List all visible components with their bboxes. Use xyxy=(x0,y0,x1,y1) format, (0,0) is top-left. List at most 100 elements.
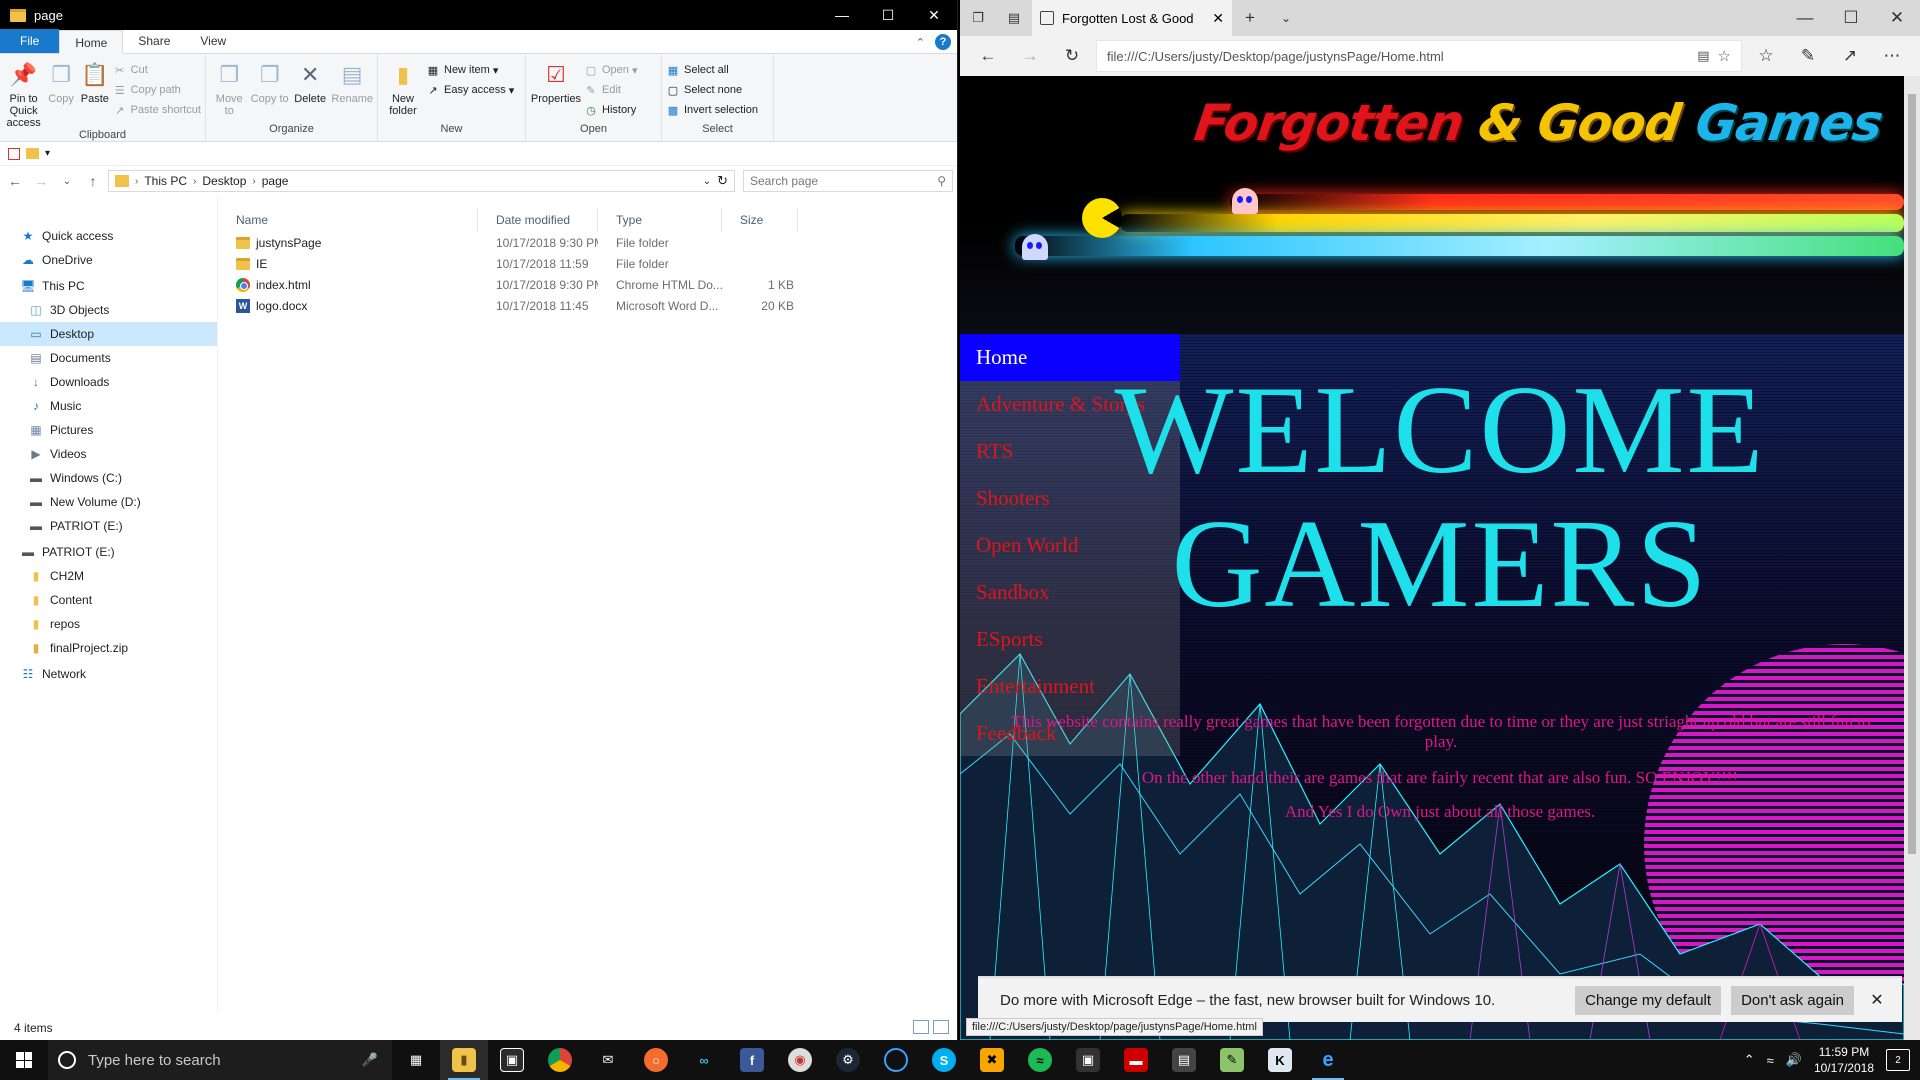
nav-item[interactable]: ▤ Documents xyxy=(0,346,217,370)
back-arrow-icon[interactable]: ← xyxy=(4,170,26,192)
tab-home[interactable]: Home xyxy=(59,30,124,54)
properties-check-icon[interactable] xyxy=(8,147,20,160)
tab-share[interactable]: Share xyxy=(123,29,185,53)
nav-item[interactable]: ▬ New Volume (D:) xyxy=(0,490,217,514)
nav-item[interactable]: ▮ Content xyxy=(0,588,217,612)
new-item-button[interactable]: ▦ New item ▾ xyxy=(426,61,514,79)
search-input[interactable]: Search page ⚲ xyxy=(743,170,953,192)
invert-selection-button[interactable]: ▩ Invert selection xyxy=(666,101,758,119)
open-button[interactable]: ▢ Open ▾ xyxy=(584,61,638,79)
close-tab-icon[interactable]: ✕ xyxy=(1212,10,1224,27)
refresh-icon[interactable]: ↻ xyxy=(1054,40,1090,72)
spotify-taskbar-icon[interactable]: ≈ xyxy=(1016,1040,1064,1080)
more-menu-icon[interactable]: ⋯ xyxy=(1874,40,1910,72)
set-aside-tabs-icon[interactable]: ▤ xyxy=(996,2,1032,34)
keyboard-app-taskbar-icon[interactable]: K xyxy=(1256,1040,1304,1080)
explorer-titlebar[interactable]: page — ☐ ✕ xyxy=(0,0,957,30)
clock[interactable]: 11:59 PM 10/17/2018 xyxy=(1814,1044,1874,1076)
nav-item[interactable]: ◫ 3D Objects xyxy=(0,298,217,322)
origin-taskbar-icon[interactable]: ○ xyxy=(632,1040,680,1080)
column-name[interactable]: Name xyxy=(218,208,478,232)
file-row[interactable]: Wlogo.docx 10/17/2018 11:45 Microsoft Word… xyxy=(218,295,957,316)
file-explorer-taskbar-icon[interactable]: ▮ xyxy=(440,1040,488,1080)
move-to-button[interactable]: ❐ Move to xyxy=(210,58,248,123)
nav-item[interactable]: ▮ repos xyxy=(0,612,217,636)
utility-app-taskbar-icon[interactable]: ▤ xyxy=(1160,1040,1208,1080)
nav-item[interactable]: ♪ Music xyxy=(0,394,217,418)
show-hidden-icons-icon[interactable]: ⌃ xyxy=(1744,1052,1755,1068)
select-none-button[interactable]: ▢ Select none xyxy=(666,81,758,99)
pen-icon[interactable]: ✎ xyxy=(1790,40,1826,72)
close-button[interactable]: ✕ xyxy=(1874,2,1920,34)
address-dropdown-icon[interactable]: ⌄ xyxy=(703,176,711,187)
nav-item[interactable]: ▮ CH2M xyxy=(0,564,217,588)
site-nav-item[interactable]: Entertainment xyxy=(960,663,1180,710)
paste-shortcut-button[interactable]: ↗ Paste shortcut xyxy=(113,101,201,119)
back-arrow-icon[interactable]: ← xyxy=(970,40,1006,72)
edge-tab[interactable]: Forgotten Lost & Good ✕ xyxy=(1032,0,1232,36)
favorites-hub-icon[interactable]: ☆ xyxy=(1748,40,1784,72)
copy-to-button[interactable]: ❐ Copy to xyxy=(250,58,289,123)
change-my-default-button[interactable]: Change my default xyxy=(1575,985,1722,1015)
nav-item[interactable]: ▭ Desktop xyxy=(0,322,217,346)
new-tab-icon[interactable]: + xyxy=(1232,2,1268,34)
mixed-app-taskbar-icon[interactable]: ✖ xyxy=(968,1040,1016,1080)
breadcrumb-desktop[interactable]: Desktop xyxy=(202,174,246,188)
breadcrumb-page[interactable]: page xyxy=(262,174,289,188)
nav-item[interactable]: ▶ Videos xyxy=(0,442,217,466)
copy-button[interactable]: ❐ Copy xyxy=(45,58,77,129)
minimize-button[interactable]: — xyxy=(1782,2,1828,34)
nav-item[interactable]: 🖥 This PC xyxy=(0,274,217,298)
start-button[interactable] xyxy=(0,1040,48,1080)
microphone-icon[interactable]: 🎤 xyxy=(362,1052,378,1068)
minimize-button[interactable]: — xyxy=(819,0,865,30)
column-size[interactable]: Size xyxy=(722,208,798,232)
scrollbar-thumb[interactable] xyxy=(1908,94,1916,854)
copy-path-button[interactable]: ☰ Copy path xyxy=(113,81,201,99)
reading-view-icon[interactable]: ▤ xyxy=(1697,48,1709,64)
new-folder-icon[interactable] xyxy=(26,148,39,159)
history-button[interactable]: ◷ History xyxy=(584,101,638,119)
nav-item[interactable]: ▮ finalProject.zip xyxy=(0,636,217,660)
easy-access-button[interactable]: ↗ Easy access ▾ xyxy=(426,81,514,99)
help-icon[interactable]: ? xyxy=(935,34,951,50)
skype-taskbar-icon[interactable]: S xyxy=(920,1040,968,1080)
tab-preview-icon[interactable]: ❐ xyxy=(960,2,996,34)
large-icons-view-icon[interactable] xyxy=(933,1020,949,1034)
tab-file[interactable]: File xyxy=(0,29,60,53)
close-notification-icon[interactable]: ✕ xyxy=(1864,990,1890,1010)
edit-button[interactable]: ✎ Edit xyxy=(584,81,638,99)
maximize-button[interactable]: ☐ xyxy=(865,0,911,30)
vertical-scrollbar[interactable] xyxy=(1904,76,1920,1040)
file-row[interactable]: IE 10/17/2018 11:59 File folder xyxy=(218,253,957,274)
details-view-icon[interactable] xyxy=(913,1020,929,1034)
visual-studio-taskbar-icon[interactable]: ∞ xyxy=(680,1040,728,1080)
nav-item[interactable]: ↓ Downloads xyxy=(0,370,217,394)
refresh-icon[interactable]: ↻ xyxy=(717,173,728,189)
column-date-modified[interactable]: Date modified xyxy=(478,208,598,232)
url-field[interactable]: file:///C:/Users/justy/Desktop/page/just… xyxy=(1096,40,1742,72)
action-center-icon[interactable]: 2 xyxy=(1886,1049,1910,1071)
nav-item[interactable]: ★ Quick access xyxy=(0,224,217,248)
delete-button[interactable]: ✕ Delete xyxy=(291,58,329,123)
wifi-icon[interactable]: ≈ xyxy=(1767,1053,1774,1068)
up-arrow-icon[interactable]: ↑ xyxy=(82,170,104,192)
chrome-taskbar-icon[interactable] xyxy=(536,1040,584,1080)
nav-item[interactable]: ▬ PATRIOT (E:) xyxy=(0,540,217,564)
tab-view[interactable]: View xyxy=(185,29,241,53)
properties-button[interactable]: ☑ Properties xyxy=(530,58,582,123)
paste-button[interactable]: 📋 Paste xyxy=(79,58,111,129)
uplay-taskbar-icon[interactable] xyxy=(872,1040,920,1080)
collapse-ribbon-icon[interactable]: ⌃ xyxy=(916,36,925,49)
share-icon[interactable]: ↗ xyxy=(1832,40,1868,72)
column-type[interactable]: Type xyxy=(598,208,722,232)
nav-item[interactable]: ☁ OneDrive xyxy=(0,248,217,272)
address-bar[interactable]: › This PC › Desktop › page ⌄ ↻ xyxy=(108,170,735,192)
volume-icon[interactable]: 🔊 xyxy=(1786,1052,1802,1068)
task-view-icon[interactable]: ▦ xyxy=(392,1040,440,1080)
facebook-taskbar-icon[interactable]: f xyxy=(728,1040,776,1080)
favorite-star-icon[interactable]: ☆ xyxy=(1718,47,1731,65)
tab-list-icon[interactable]: ⌄ xyxy=(1268,2,1304,34)
new-folder-button[interactable]: ▮ New folder xyxy=(382,58,424,123)
breadcrumb-this-pc[interactable]: This PC xyxy=(144,174,187,188)
